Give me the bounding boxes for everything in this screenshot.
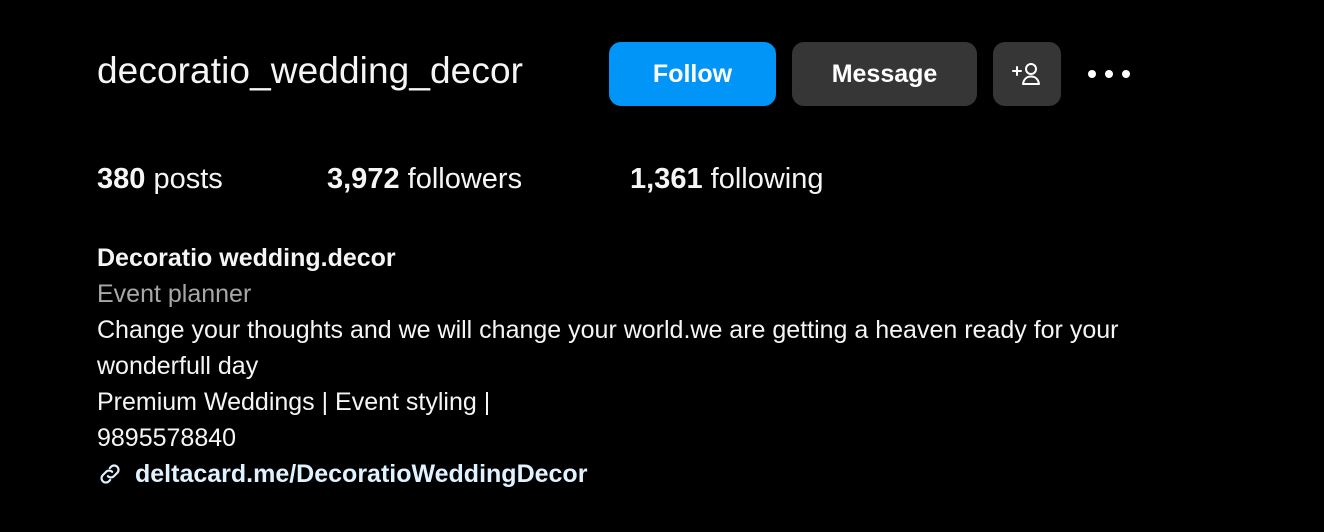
suggest-accounts-button[interactable] [993,42,1061,106]
bio-display-name: Decoratio wedding.decor [97,244,396,272]
posts-count: 380 posts [97,163,223,196]
posts-count-label: posts [145,163,223,195]
followers-link[interactable]: 3,972 followers [327,163,522,196]
bio-text-line-3: Premium Weddings | Event styling | [97,388,491,416]
following-link[interactable]: 1,361 following [630,163,823,196]
message-button[interactable]: Message [792,42,977,106]
bio-text-line-2: wonderfull day [97,352,259,380]
link-icon [97,461,123,487]
more-options-button[interactable] [1086,58,1132,90]
bio-phone: 9895578840 [97,424,237,452]
bio-website-text: deltacard.me/DecoratioWeddingDecor [135,460,588,488]
follow-button[interactable]: Follow [609,42,776,106]
add-person-icon [1010,60,1044,88]
bio-category: Event planner [97,280,252,308]
bio-website-link[interactable]: deltacard.me/DecoratioWeddingDecor [97,456,1307,492]
following-count-label: following [702,163,824,195]
followers-count-value: 3,972 [327,163,400,195]
more-horizontal-icon [1086,68,1132,80]
profile-bio: Decoratio wedding.decor Event planner Ch… [97,240,1307,492]
posts-count-value: 380 [97,163,146,195]
profile-username: decoratio_wedding_decor [97,50,524,91]
followers-count-label: followers [399,163,523,195]
following-count-value: 1,361 [630,163,703,195]
bio-text-line-1: Change your thoughts and we will change … [97,316,1119,344]
